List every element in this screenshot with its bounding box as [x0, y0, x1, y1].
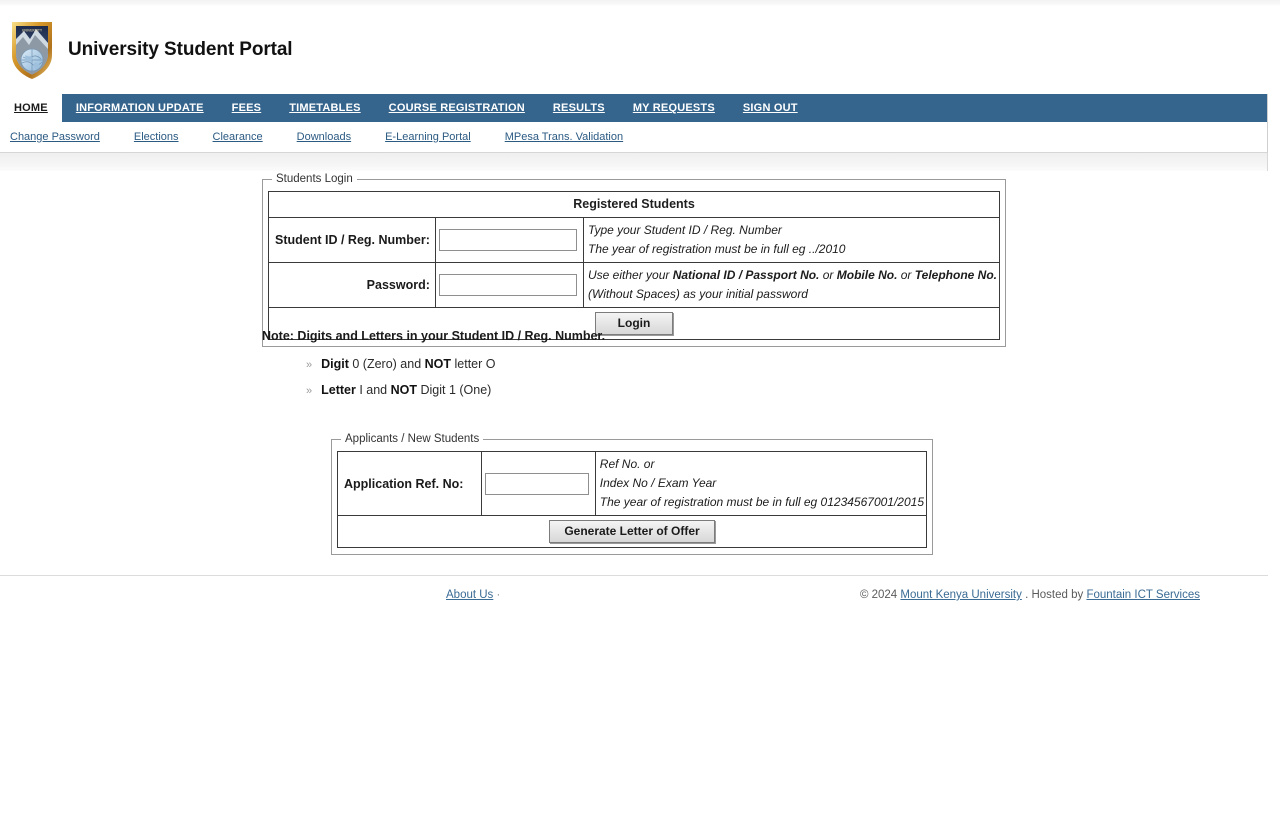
- note-item-text2: Digit 1 (One): [417, 383, 492, 397]
- table-row-header: Registered Students: [268, 191, 1000, 218]
- fountain-ict-services-link[interactable]: Fountain ICT Services: [1086, 589, 1200, 601]
- table-row-student-id: Student ID / Reg. Number: Type your Stud…: [268, 217, 1000, 263]
- chevron-double-right-icon: »: [306, 359, 313, 371]
- student-id-hint-line2: The year of registration must be in full…: [588, 242, 846, 256]
- application-ref-label: Application Ref. No:: [337, 451, 482, 516]
- students-login-legend: Students Login: [276, 173, 353, 185]
- students-login-panel: Students Login Registered Students Stude…: [262, 173, 1006, 347]
- nav-item-information-update[interactable]: INFORMATION UPDATE: [62, 94, 218, 122]
- applicants-panel: Applicants / New Students Application Re…: [331, 433, 933, 555]
- application-ref-hint-line3: The year of registration must be in full…: [599, 495, 924, 509]
- nav-shadow-band: [0, 153, 1268, 171]
- password-hint: Use either your National ID / Passport N…: [583, 262, 1000, 308]
- note-item-digit-zero: » Digit 0 (Zero) and NOT letter O: [306, 357, 862, 371]
- registered-students-header: Registered Students: [268, 191, 1000, 218]
- note-item-bold2: NOT: [390, 383, 417, 397]
- application-ref-input-cell: [480, 451, 596, 516]
- password-hint-pre: Use either your: [588, 268, 673, 282]
- student-id-input[interactable]: [438, 229, 577, 251]
- note-item-text: Letter I and NOT Digit 1 (One): [321, 383, 491, 397]
- university-shield-logo-icon: UNIVERSITY: [8, 19, 56, 81]
- chevron-double-right-icon: »: [306, 385, 313, 397]
- copyright-mark: © 2024: [859, 589, 898, 601]
- nav-item-my-requests[interactable]: MY REQUESTS: [619, 94, 729, 122]
- nav-item-downloads[interactable]: Downloads: [297, 131, 351, 143]
- main-content: Students Login Registered Students Stude…: [0, 171, 1268, 575]
- about-us-link[interactable]: About Us: [446, 589, 493, 601]
- students-login-table: Registered Students Student ID / Reg. Nu…: [268, 191, 1000, 340]
- table-row-application-ref: Application Ref. No: Ref No. or Index No…: [337, 451, 928, 516]
- password-hint-line1: Use either your National ID / Passport N…: [588, 266, 997, 285]
- nav-item-fees[interactable]: FEES: [218, 94, 276, 122]
- page-footer: About Us · © 2024 Mount Kenya University…: [0, 575, 1268, 631]
- password-hint-line2: (Without Spaces) as your initial passwor…: [588, 287, 808, 301]
- table-row-password: Password: Use either your National ID / …: [268, 262, 1000, 308]
- applicants-table: Application Ref. No: Ref No. or Index No…: [337, 451, 928, 548]
- student-id-hint: Type your Student ID / Reg. Number The y…: [583, 217, 1000, 263]
- password-label: Password:: [268, 262, 436, 308]
- footer-right: © 2024 Mount Kenya University . Hosted b…: [860, 589, 1200, 601]
- primary-navigation: HOME INFORMATION UPDATE FEES TIMETABLES …: [0, 94, 1268, 122]
- password-hint-mobile-no: Mobile No.: [836, 268, 898, 282]
- nav-item-results[interactable]: RESULTS: [539, 94, 619, 122]
- note-item-bold1: Digit: [321, 357, 349, 371]
- password-input[interactable]: [438, 274, 577, 296]
- note-item-text1: I and: [355, 383, 391, 397]
- note-title: Note: Digits and Letters in your Student…: [262, 329, 606, 343]
- application-ref-hint-line1: Ref No. or: [599, 457, 655, 471]
- application-ref-input[interactable]: [484, 472, 589, 495]
- password-hint-mid1: or: [819, 268, 837, 282]
- password-hint-national-id: National ID / Passport No.: [672, 268, 820, 282]
- nav-item-sign-out[interactable]: SIGN OUT: [729, 94, 812, 122]
- generate-button-cell: Generate Letter of Offer: [337, 515, 927, 548]
- table-row-generate-button: Generate Letter of Offer: [337, 515, 927, 548]
- nav-item-change-password[interactable]: Change Password: [10, 131, 100, 143]
- password-input-cell: [434, 262, 585, 308]
- note-item-text2: letter O: [451, 357, 496, 371]
- student-id-label: Student ID / Reg. Number:: [268, 217, 436, 263]
- application-ref-hint: Ref No. or Index No / Exam Year The year…: [594, 451, 928, 516]
- hosted-by-text: . Hosted by: [1025, 589, 1084, 601]
- password-hint-mid2: or: [897, 268, 915, 282]
- student-id-hint-line1: Type your Student ID / Reg. Number: [588, 223, 782, 237]
- page-wrapper: UNIVERSITY University Student Portal HOM…: [0, 0, 1280, 631]
- applicants-legend: Applicants / New Students: [345, 433, 480, 445]
- note-item-text1: 0 (Zero) and: [348, 357, 425, 371]
- footer-separator: ·: [496, 589, 501, 601]
- note-item-letter-i: » Letter I and NOT Digit 1 (One): [306, 383, 862, 397]
- svg-text:UNIVERSITY: UNIVERSITY: [22, 29, 43, 33]
- nav-item-mpesa-trans-validation[interactable]: MPesa Trans. Validation: [505, 131, 623, 143]
- nav-item-home[interactable]: HOME: [0, 94, 62, 122]
- nav-item-elearning-portal[interactable]: E-Learning Portal: [385, 131, 471, 143]
- footer-left: About Us ·: [446, 589, 500, 601]
- note-item-text: Digit 0 (Zero) and NOT letter O: [321, 357, 495, 371]
- student-id-input-cell: [434, 217, 585, 263]
- mount-kenya-university-link[interactable]: Mount Kenya University: [900, 589, 1021, 601]
- secondary-navigation: Change Password Elections Clearance Down…: [0, 122, 1268, 153]
- password-hint-telephone-no: Telephone No.: [914, 268, 997, 282]
- note-item-bold1: Letter: [321, 383, 356, 397]
- page-header: UNIVERSITY University Student Portal: [0, 6, 1268, 94]
- note-item-bold2: NOT: [424, 357, 452, 371]
- nav-item-clearance[interactable]: Clearance: [213, 131, 263, 143]
- generate-letter-of-offer-button[interactable]: Generate Letter of Offer: [549, 520, 715, 543]
- nav-item-course-registration[interactable]: COURSE REGISTRATION: [375, 94, 539, 122]
- nav-item-elections[interactable]: Elections: [134, 131, 179, 143]
- application-ref-hint-line2: Index No / Exam Year: [599, 476, 717, 490]
- id-format-note: Note: Digits and Letters in your Student…: [262, 329, 862, 409]
- page-title: University Student Portal: [68, 39, 293, 60]
- nav-item-timetables[interactable]: TIMETABLES: [275, 94, 374, 122]
